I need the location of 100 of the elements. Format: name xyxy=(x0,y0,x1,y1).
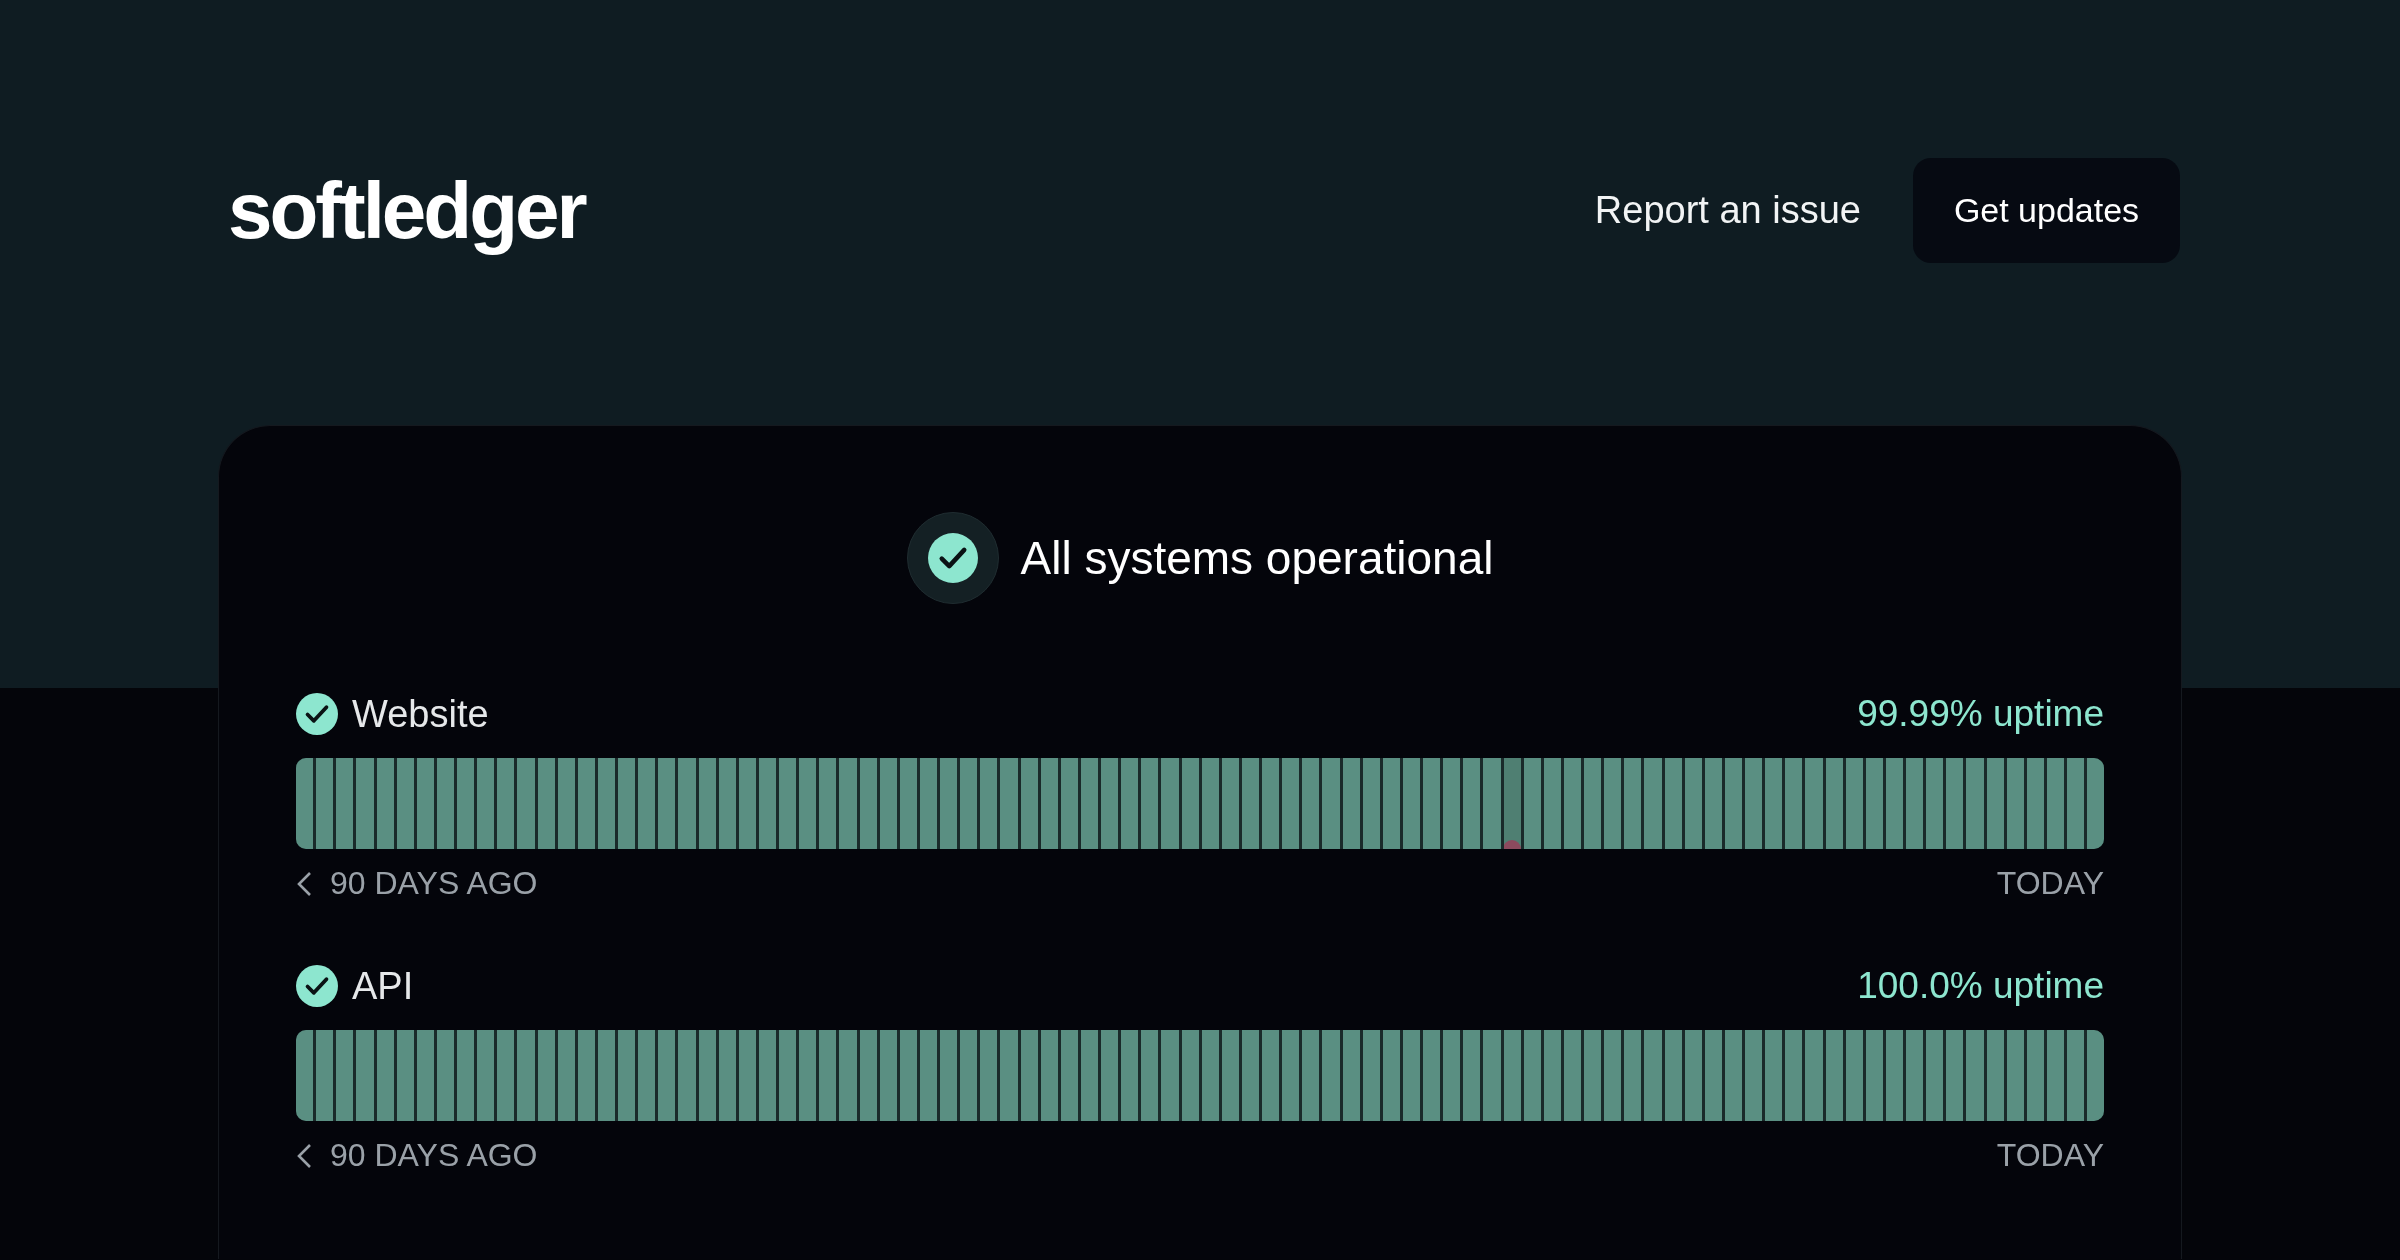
uptime-bar[interactable] xyxy=(1342,1030,1360,1121)
uptime-bar[interactable] xyxy=(1181,758,1199,849)
uptime-bar[interactable] xyxy=(1463,758,1481,849)
uptime-bar[interactable] xyxy=(698,1030,716,1121)
uptime-bar[interactable] xyxy=(396,758,414,849)
uptime-bar[interactable] xyxy=(1262,1030,1280,1121)
uptime-bar[interactable] xyxy=(1020,1030,1038,1121)
uptime-bar[interactable] xyxy=(2067,758,2085,849)
uptime-bar[interactable] xyxy=(597,1030,615,1121)
uptime-bar[interactable] xyxy=(1745,758,1763,849)
uptime-bar[interactable] xyxy=(2026,1030,2044,1121)
uptime-bar[interactable] xyxy=(919,758,937,849)
uptime-bar[interactable] xyxy=(577,758,595,849)
uptime-bar[interactable] xyxy=(1060,758,1078,849)
uptime-bar[interactable] xyxy=(1765,1030,1783,1121)
uptime-bar[interactable] xyxy=(899,1030,917,1121)
uptime-bar[interactable] xyxy=(1302,1030,1320,1121)
uptime-bar[interactable] xyxy=(497,758,515,849)
uptime-bar[interactable] xyxy=(1221,1030,1239,1121)
uptime-bar[interactable] xyxy=(1423,758,1441,849)
uptime-bar[interactable] xyxy=(658,1030,676,1121)
uptime-bar[interactable] xyxy=(1262,758,1280,849)
uptime-bar[interactable] xyxy=(1121,758,1139,849)
uptime-bar[interactable] xyxy=(1704,758,1722,849)
uptime-bar[interactable] xyxy=(1624,758,1642,849)
uptime-bar[interactable] xyxy=(1503,1030,1521,1121)
uptime-bar[interactable] xyxy=(1402,1030,1420,1121)
uptime-bar[interactable] xyxy=(2087,758,2104,849)
uptime-bar[interactable] xyxy=(436,758,454,849)
uptime-bar[interactable] xyxy=(1141,758,1159,849)
uptime-bar[interactable] xyxy=(1745,1030,1763,1121)
uptime-bar[interactable] xyxy=(1020,758,1038,849)
uptime-bar[interactable] xyxy=(1584,758,1602,849)
uptime-bar[interactable] xyxy=(1040,1030,1058,1121)
uptime-bar[interactable] xyxy=(376,758,394,849)
uptime-bar[interactable] xyxy=(919,1030,937,1121)
uptime-bar[interactable] xyxy=(1241,758,1259,849)
uptime-bar[interactable] xyxy=(1302,758,1320,849)
uptime-bar[interactable] xyxy=(1503,758,1521,849)
uptime-bar[interactable] xyxy=(1704,1030,1722,1121)
uptime-bar[interactable] xyxy=(1563,1030,1581,1121)
uptime-bar[interactable] xyxy=(1906,758,1924,849)
uptime-bar[interactable] xyxy=(1543,1030,1561,1121)
uptime-bar[interactable] xyxy=(960,758,978,849)
uptime-bar[interactable] xyxy=(557,1030,575,1121)
uptime-bar[interactable] xyxy=(698,758,716,849)
uptime-bar[interactable] xyxy=(416,1030,434,1121)
uptime-bar[interactable] xyxy=(597,758,615,849)
uptime-bar[interactable] xyxy=(2046,1030,2064,1121)
uptime-bar[interactable] xyxy=(1926,758,1944,849)
uptime-bar[interactable] xyxy=(1221,758,1239,849)
uptime-bar[interactable] xyxy=(1201,1030,1219,1121)
uptime-bar[interactable] xyxy=(1724,1030,1742,1121)
uptime-bar[interactable] xyxy=(316,1030,334,1121)
uptime-bar[interactable] xyxy=(1845,758,1863,849)
uptime-bar[interactable] xyxy=(638,758,656,849)
uptime-bar[interactable] xyxy=(537,1030,555,1121)
uptime-bar[interactable] xyxy=(1765,758,1783,849)
uptime-bar[interactable] xyxy=(1664,1030,1682,1121)
uptime-bar[interactable] xyxy=(1463,1030,1481,1121)
uptime-bar[interactable] xyxy=(738,1030,756,1121)
uptime-bar[interactable] xyxy=(1080,1030,1098,1121)
get-updates-button[interactable]: Get updates xyxy=(1913,158,2180,263)
uptime-bar[interactable] xyxy=(738,758,756,849)
uptime-bar[interactable] xyxy=(477,758,495,849)
uptime-bar[interactable] xyxy=(1785,1030,1803,1121)
uptime-bar[interactable] xyxy=(1865,1030,1883,1121)
uptime-bar[interactable] xyxy=(1885,758,1903,849)
uptime-bar[interactable] xyxy=(1885,1030,1903,1121)
uptime-bar[interactable] xyxy=(879,1030,897,1121)
uptime-bar[interactable] xyxy=(316,758,334,849)
report-issue-link[interactable]: Report an issue xyxy=(1594,189,1861,232)
uptime-bar[interactable] xyxy=(1121,1030,1139,1121)
uptime-bar[interactable] xyxy=(457,758,475,849)
uptime-bar[interactable] xyxy=(1724,758,1742,849)
uptime-bar[interactable] xyxy=(1825,758,1843,849)
uptime-bar[interactable] xyxy=(1523,1030,1541,1121)
uptime-bar[interactable] xyxy=(396,1030,414,1121)
uptime-bar[interactable] xyxy=(638,1030,656,1121)
uptime-bar[interactable] xyxy=(779,1030,797,1121)
uptime-bar[interactable] xyxy=(336,1030,354,1121)
uptime-bar[interactable] xyxy=(940,758,958,849)
uptime-bar[interactable] xyxy=(1664,758,1682,849)
uptime-bar[interactable] xyxy=(799,758,817,849)
uptime-bar[interactable] xyxy=(718,1030,736,1121)
uptime-bar[interactable] xyxy=(1362,758,1380,849)
uptime-bar[interactable] xyxy=(457,1030,475,1121)
uptime-bar[interactable] xyxy=(577,1030,595,1121)
uptime-bar[interactable] xyxy=(1523,758,1541,849)
uptime-bar[interactable] xyxy=(940,1030,958,1121)
uptime-bar[interactable] xyxy=(2006,1030,2024,1121)
uptime-bar[interactable] xyxy=(899,758,917,849)
uptime-bar[interactable] xyxy=(557,758,575,849)
uptime-bar[interactable] xyxy=(1443,1030,1461,1121)
uptime-bar[interactable] xyxy=(1241,1030,1259,1121)
uptime-bar[interactable] xyxy=(2026,758,2044,849)
uptime-bar[interactable] xyxy=(1060,1030,1078,1121)
uptime-bar[interactable] xyxy=(1946,758,1964,849)
uptime-bar[interactable] xyxy=(1604,758,1622,849)
uptime-bar[interactable] xyxy=(1181,1030,1199,1121)
